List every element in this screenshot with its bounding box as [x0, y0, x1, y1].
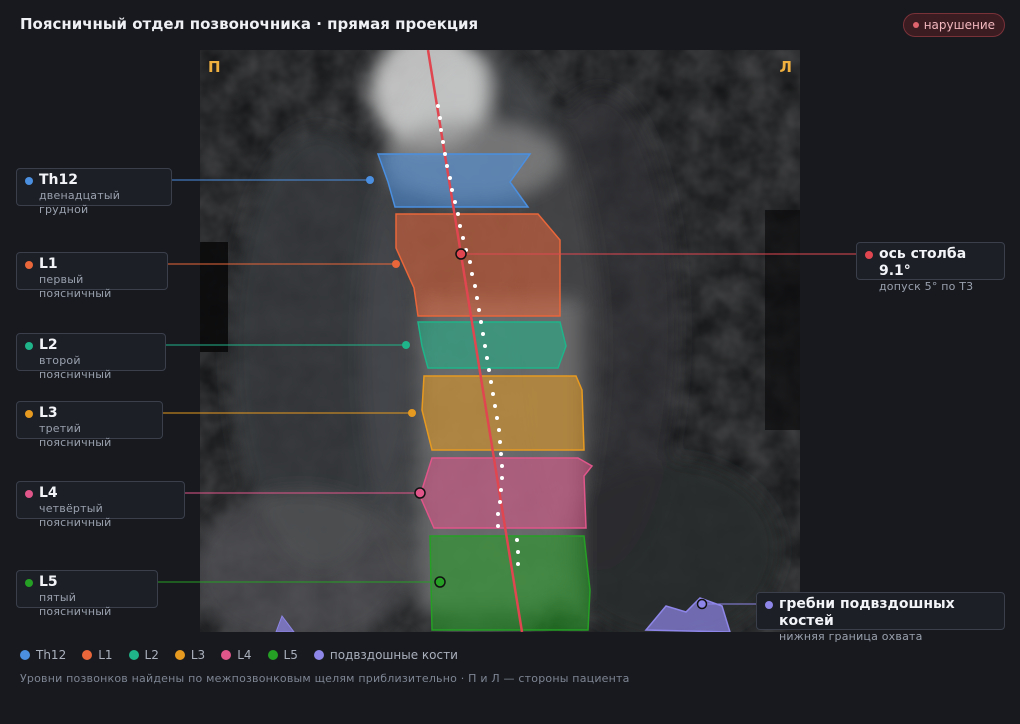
- patient-right-marker: П: [208, 58, 221, 76]
- callout-Th12[interactable]: Th12 двенадцатый грудной: [16, 168, 172, 216]
- callout-L1-title: L1: [39, 256, 58, 272]
- callout-L2[interactable]: L2 второй поясничный: [16, 333, 166, 381]
- callout-L3-title: L3: [39, 405, 58, 421]
- callout-Th12-title: Th12: [39, 172, 78, 188]
- legend-item-iliac[interactable]: подвздошные кости: [313, 648, 458, 662]
- callout-iliac[interactable]: гребни подвздошных костей нижняя граница…: [756, 592, 1005, 643]
- legend-dot-icon: [267, 650, 278, 660]
- callout-L1[interactable]: L1 первый поясничный: [16, 252, 168, 300]
- callout-Th12-subtitle: двенадцатый грудной: [39, 189, 121, 216]
- callout-axis[interactable]: ось столба 9.1° допуск 5° по Т3: [856, 242, 1005, 293]
- L1-dot-icon: [25, 261, 33, 269]
- L4-dot-icon: [25, 490, 33, 498]
- patient-left-marker: Л: [779, 58, 792, 76]
- callout-L1-subtitle: первый поясничный: [39, 273, 112, 300]
- legend-label: L1: [98, 648, 113, 662]
- legend-label: Th12: [36, 648, 67, 662]
- status-dot-icon: [912, 22, 919, 28]
- legend-dot-icon: [221, 650, 232, 660]
- iliac-dot-icon: [765, 601, 773, 609]
- legend-label: L4: [237, 648, 252, 662]
- callout-L2-subtitle: второй поясничный: [39, 354, 112, 381]
- status-badge-label: нарушение: [923, 18, 995, 32]
- legend-dot-icon: [20, 650, 30, 660]
- legend: Th12 L1 L2 L3 L4 L5 подвздошные кости: [20, 648, 458, 662]
- legend-label: L2: [144, 648, 159, 662]
- callout-axis-subtitle: допуск 5° по Т3: [879, 280, 974, 293]
- callout-iliac-subtitle: нижняя граница охвата: [779, 630, 923, 643]
- legend-item-L4[interactable]: L4: [221, 648, 252, 662]
- callout-L5[interactable]: L5 пятый поясничный: [16, 570, 158, 618]
- callout-iliac-title: гребни подвздошных костей: [779, 596, 955, 629]
- legend-label: L5: [283, 648, 298, 662]
- callout-L3[interactable]: L3 третий поясничный: [16, 401, 163, 449]
- legend-item-L1[interactable]: L1: [82, 648, 113, 662]
- callout-L4-subtitle: четвёртый поясничный: [39, 502, 112, 529]
- callout-L4-title: L4: [39, 485, 58, 501]
- legend-dot-icon: [174, 650, 185, 660]
- legend-label: L3: [190, 648, 206, 662]
- L2-dot-icon: [25, 342, 33, 350]
- callout-L5-title: L5: [39, 574, 58, 590]
- footnote: Уровни позвонков найдены по межпозвонков…: [20, 672, 630, 685]
- axis-dot-icon: [865, 251, 873, 259]
- callout-L4[interactable]: L4 четвёртый поясничный: [16, 481, 185, 529]
- Th12-dot-icon: [25, 177, 33, 185]
- status-badge: нарушение: [902, 13, 1005, 37]
- legend-item-L3[interactable]: L3: [174, 648, 206, 662]
- legend-label: подвздошные кости: [329, 648, 458, 662]
- callout-L3-subtitle: третий поясничный: [39, 422, 112, 449]
- legend-item-Th12[interactable]: Th12: [20, 648, 66, 662]
- callout-L5-subtitle: пятый поясничный: [39, 591, 112, 618]
- legend-dot-icon: [128, 650, 139, 660]
- legend-dot-icon: [82, 650, 93, 660]
- legend-item-L5[interactable]: L5: [267, 648, 298, 662]
- L3-dot-icon: [25, 410, 33, 418]
- callout-L2-title: L2: [39, 337, 58, 353]
- callout-axis-title: ось столба 9.1°: [879, 246, 967, 279]
- page-title: Поясничный отдел позвоночника · прямая п…: [20, 15, 479, 33]
- xray-image: [200, 50, 800, 632]
- legend-dot-icon: [313, 650, 324, 660]
- xray-viewer[interactable]: П Л: [200, 50, 800, 632]
- legend-item-L2[interactable]: L2: [128, 648, 159, 662]
- L5-dot-icon: [25, 579, 33, 587]
